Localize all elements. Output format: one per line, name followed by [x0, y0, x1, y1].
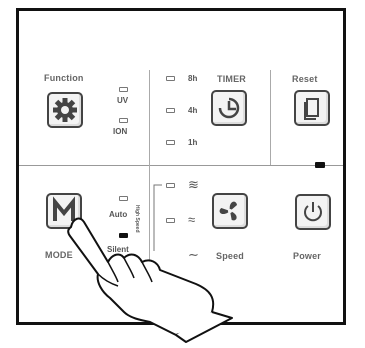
- pointing-hand-icon: [67, 217, 233, 343]
